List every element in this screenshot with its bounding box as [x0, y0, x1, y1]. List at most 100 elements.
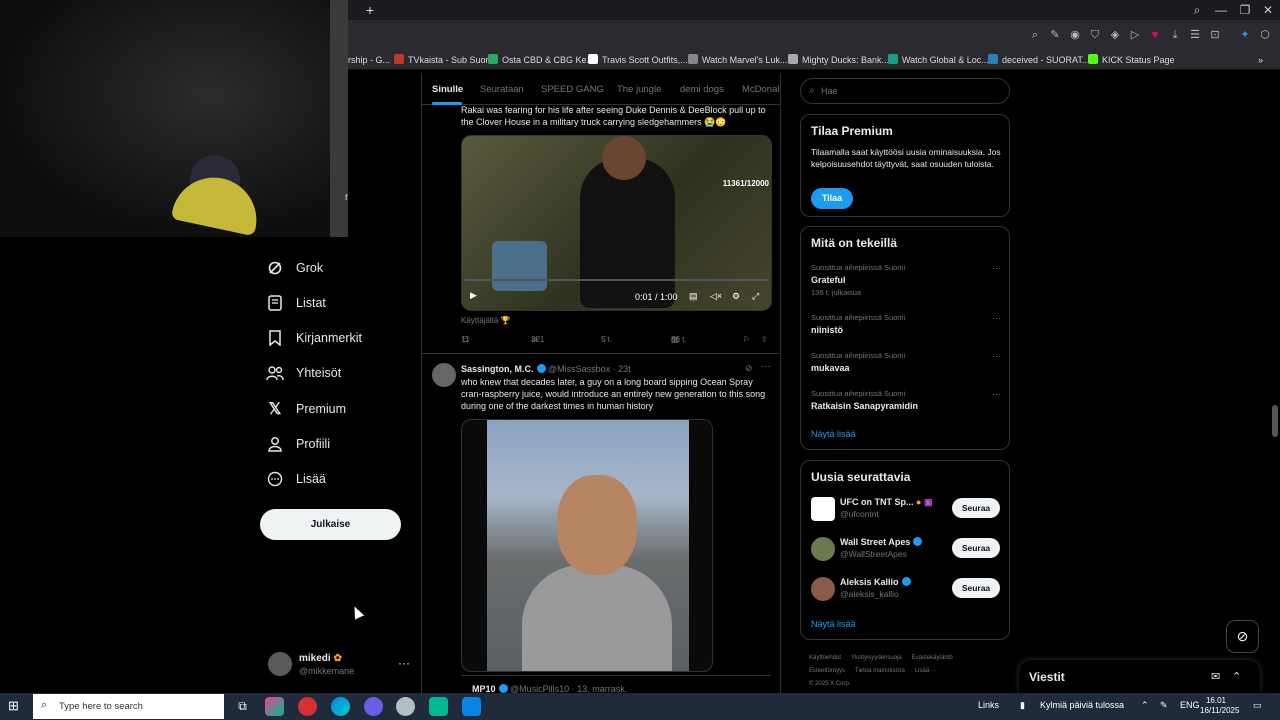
bookmark-icon[interactable]: ⚐ [743, 335, 750, 344]
trend-item[interactable]: Suosittua aihepiirissä Suomi mukavaa ··· [811, 351, 1001, 381]
new-message-icon[interactable]: ✉ [1211, 670, 1220, 683]
post-button[interactable]: Julkaise [260, 509, 401, 540]
footer-link[interactable]: Evästekäytäntö [912, 655, 953, 661]
subscribe-button[interactable]: Tilaa [811, 188, 853, 209]
minimize-button[interactable]: — [1209, 0, 1233, 20]
play-icon[interactable]: ▷ [1128, 28, 1142, 42]
nav-item-communities[interactable]: Yhteisöt [266, 361, 341, 385]
footer-link[interactable]: Esteettömyys [809, 668, 845, 674]
nav-item-lists[interactable]: Listat [266, 291, 326, 315]
download-icon[interactable]: ⤓ [1168, 28, 1182, 42]
close-button[interactable]: ✕ [1256, 0, 1280, 20]
new-tab-button[interactable]: + [362, 2, 378, 18]
fullscreen-icon[interactable]: ⤢ [752, 291, 759, 302]
more-options-icon[interactable]: ··· [992, 263, 1001, 273]
edge-icon[interactable] [331, 697, 350, 716]
more-options-icon[interactable]: ··· [992, 351, 1001, 361]
nav-item-bookmarks[interactable]: Kirjanmerkit [266, 326, 362, 350]
discord-icon[interactable] [364, 697, 383, 716]
chevron-up-icon[interactable]: ⌃ [1141, 700, 1149, 711]
search-icon[interactable]: ⌕ [1028, 28, 1042, 42]
links-toolbar[interactable]: Links [978, 700, 999, 710]
steam-icon[interactable] [396, 697, 415, 716]
bookmark[interactable]: rship - G... [348, 53, 390, 67]
bookmark[interactable]: TVkaista - Sub Suora [394, 53, 494, 67]
app-icon[interactable] [265, 697, 284, 716]
more-options-icon[interactable]: ··· [992, 313, 1001, 323]
quoted-tweet-author[interactable]: MP10 @MusicPills10 · 13. marrask. [472, 684, 627, 693]
avatar[interactable] [432, 363, 456, 387]
tab-speed-gang[interactable]: SPEED GANG [541, 84, 604, 95]
edit-icon[interactable]: ✎ [1048, 28, 1062, 42]
camera-icon[interactable]: ◉ [1068, 28, 1082, 42]
messages-drawer[interactable]: Viestit ✉ ⌃ [1019, 660, 1260, 693]
ai-icon[interactable]: ✦ [1238, 28, 1252, 42]
search-box[interactable]: ⌕ [800, 78, 1010, 104]
show-more-trends-link[interactable]: Näytä lisää [811, 429, 856, 439]
grok-explain-icon[interactable]: ⊘ [745, 363, 753, 374]
footer-link[interactable]: Käyttöehdot [809, 655, 841, 661]
settings-icon[interactable]: ⬡ [1258, 28, 1272, 42]
weather-icon[interactable]: ▮ [1020, 700, 1025, 711]
notifications-icon[interactable]: ▭ [1253, 700, 1262, 711]
share-icon[interactable]: ⇪ [761, 335, 768, 344]
bookmark[interactable]: Mighty Ducks: Bank... [788, 53, 889, 67]
more-options-icon[interactable]: ··· [761, 361, 771, 372]
tweet-author[interactable]: Sassington, M.C. @MissSassbox · 23t [461, 363, 631, 375]
follow-button[interactable]: Seuraa [952, 538, 1000, 558]
menu-icon[interactable]: ☰ [1188, 28, 1202, 42]
tab-the-jungle[interactable]: The jungle [617, 84, 661, 95]
search-input[interactable] [821, 84, 1001, 98]
bookmark[interactable]: deceived - SUORAT... [988, 53, 1089, 67]
bookmark[interactable]: KICK Status Page [1088, 53, 1175, 67]
footer-link[interactable]: Yksityisyydensuoja [851, 655, 902, 661]
settings-icon[interactable]: ⚙ [732, 291, 740, 302]
windows-start-icon[interactable]: ⊞ [8, 699, 22, 713]
trend-item[interactable]: Suosittua aihepiirissä Suomi Grateful 13… [811, 263, 1001, 297]
follow-suggestion[interactable]: UFC on TNT Sp... ● ▣ @ufcontnt Seuraa [811, 495, 1001, 523]
captions-icon[interactable]: ▤ [689, 291, 698, 302]
extension-icon[interactable]: ◈ [1108, 28, 1122, 42]
footer-link[interactable]: Lisää ··· [915, 668, 937, 674]
bookmark[interactable]: Travis Scott Outfits,... [588, 53, 688, 67]
nav-item-grok[interactable]: Grok [266, 256, 323, 280]
bookmark[interactable]: Osta CBD & CBG Ke... [488, 53, 594, 67]
mute-icon[interactable]: ◁× [710, 291, 722, 302]
video-player[interactable]: 11361/12000 ▶ 0:01 / 1:00 ▤ ◁× ⚙ ⤢ [461, 135, 772, 311]
footer-link[interactable]: Tietoa mainoksista [855, 668, 905, 674]
trend-item[interactable]: Suosittua aihepiirissä Suomi Ratkaisin S… [811, 389, 1001, 419]
language-indicator[interactable]: ENG [1180, 700, 1200, 710]
opera-icon[interactable] [298, 697, 317, 716]
tab-mcdonald[interactable]: McDonald [742, 84, 780, 95]
account-switcher[interactable]: mikedi ✿ @mikkemane ··· [268, 650, 418, 682]
nav-item-more[interactable]: Lisää [266, 467, 326, 491]
tab-for-you[interactable]: Sinulle [432, 84, 463, 95]
bookmarks-overflow-icon[interactable]: » [1258, 53, 1263, 67]
tab-following[interactable]: Seurataan [480, 84, 524, 95]
maximize-button[interactable]: ❐ [1233, 0, 1257, 20]
search-tabs-icon[interactable]: ⌕ [1185, 0, 1209, 20]
bookmark[interactable]: Watch Marvel's Luk... [688, 53, 787, 67]
tweet-media[interactable] [461, 419, 713, 672]
bookmark[interactable]: Watch Global & Loc... [888, 53, 989, 67]
task-view-icon[interactable]: ⧉ [233, 697, 252, 716]
video-progress-bar[interactable] [464, 279, 769, 281]
follow-button[interactable]: Seuraa [952, 578, 1000, 598]
wallet-icon[interactable]: ⊡ [1208, 28, 1222, 42]
play-icon[interactable]: ▶ [470, 290, 477, 301]
more-options-icon[interactable]: ··· [992, 389, 1001, 399]
follow-button[interactable]: Seuraa [952, 498, 1000, 518]
trend-item[interactable]: Suosittua aihepiirissä Suomi niinistö ··… [811, 313, 1001, 343]
nav-item-premium[interactable]: 𝕏 Premium [266, 397, 346, 421]
app-icon[interactable] [429, 697, 448, 716]
app-icon[interactable] [462, 697, 481, 716]
heart-icon[interactable]: ♥ [1148, 28, 1162, 42]
pen-icon[interactable]: ✎ [1160, 700, 1168, 711]
follow-suggestion[interactable]: Aleksis Kallio @aleksis_kallio Seuraa [811, 575, 1001, 603]
grok-button[interactable]: ⊘ [1226, 620, 1259, 653]
shield-icon[interactable]: ⛉ [1088, 28, 1102, 42]
chevron-up-icon[interactable]: ⌃ [1232, 670, 1241, 683]
follow-suggestion[interactable]: Wall Street Apes @WallStreetApes Seuraa [811, 535, 1001, 563]
scrollbar[interactable] [1272, 405, 1278, 437]
show-more-follow-link[interactable]: Näytä lisää [811, 619, 856, 629]
